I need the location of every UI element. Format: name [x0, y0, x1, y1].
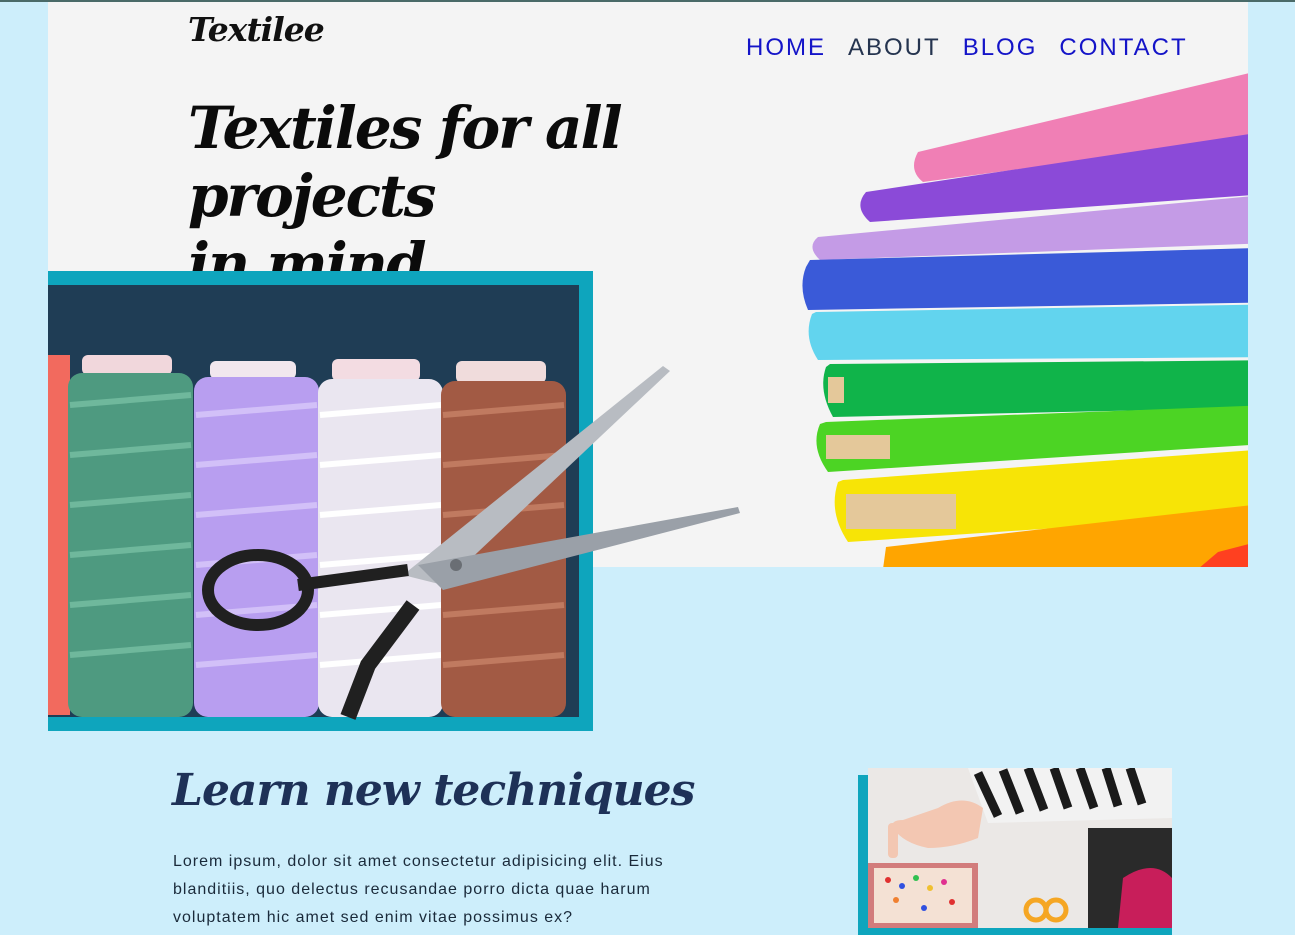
hero-headline-line-1: Textiles for all projects: [188, 94, 623, 230]
sewing-pins-photo: [868, 768, 1172, 928]
thread-spools-image: [48, 285, 740, 720]
sewing-pins-illustration: [868, 768, 1172, 928]
section-paragraph: Lorem ipsum, dolor sit amet consectetur …: [173, 853, 664, 926]
striped-sleeve: [968, 768, 1172, 823]
main-nav: HOME ABOUT BLOG CONTACT: [746, 34, 1210, 64]
spools-and-scissors-illustration: [48, 355, 740, 720]
hero-headline: Textiles for all projects in mind: [188, 94, 788, 298]
pin-box: [868, 863, 978, 928]
nav-about-link[interactable]: ABOUT: [848, 34, 941, 64]
fabric-stack-image: [802, 73, 1248, 567]
nav-home-link[interactable]: HOME: [746, 34, 826, 64]
spool-lavender: [194, 361, 319, 717]
spool-white: [318, 359, 443, 717]
section-title: Learn new techniques: [172, 765, 695, 816]
thread-image-frame: [48, 271, 740, 731]
site-logo[interactable]: Textilee: [188, 10, 325, 49]
spool-green: [68, 355, 193, 717]
fabric-cyan: [808, 304, 1248, 360]
nav-blog-link[interactable]: BLOG: [963, 34, 1038, 64]
nav-contact-link[interactable]: CONTACT: [1059, 34, 1187, 64]
